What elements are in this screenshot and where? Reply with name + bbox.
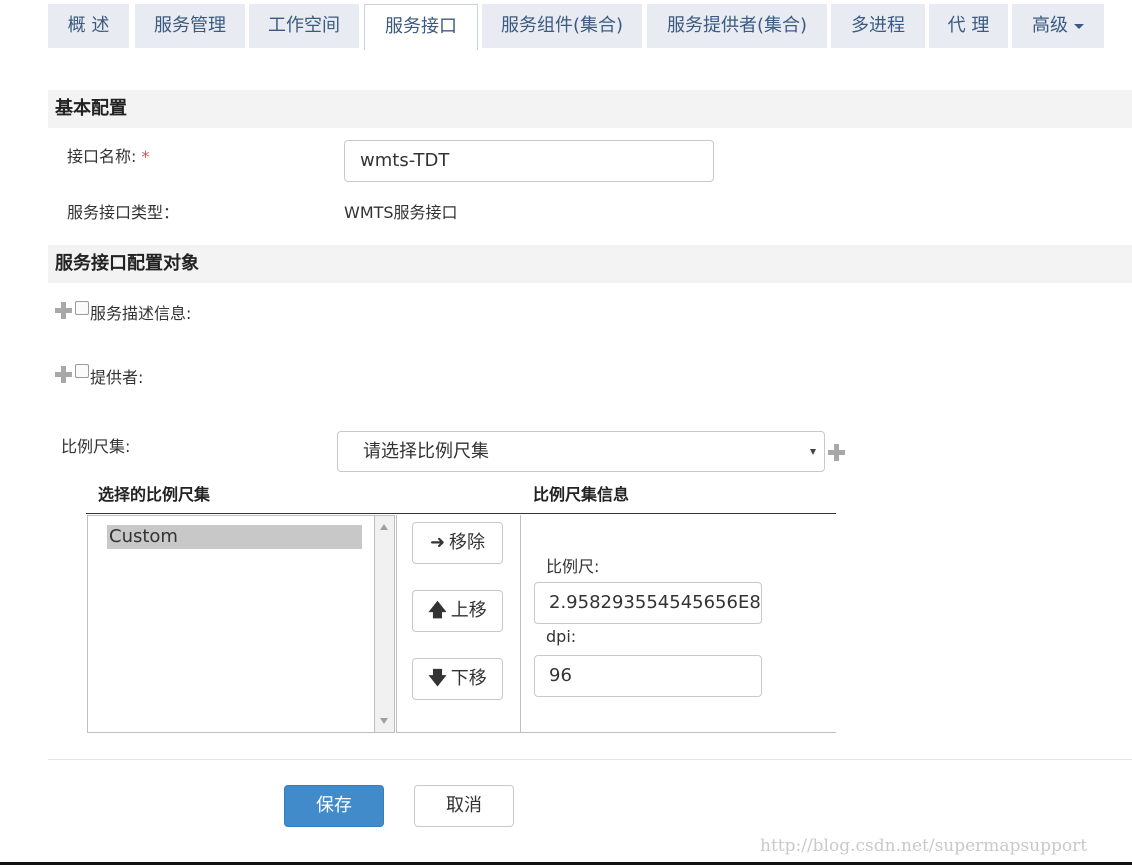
remove-button-label: 移除	[449, 532, 486, 553]
interface-name-input[interactable]: wmts-TDT	[344, 140, 714, 182]
scale-input[interactable]: 2.958293554545656E8,1	[534, 582, 762, 624]
selected-scaleset-list[interactable]: Custom	[87, 515, 395, 733]
add-scaleset-plus-icon[interactable]	[828, 444, 845, 461]
config-objects-header: 服务接口配置对象	[48, 245, 1132, 283]
list-scrollbar[interactable]	[374, 515, 395, 733]
list-item[interactable]: Custom	[107, 525, 362, 549]
scaleset-label: 比例尺集:	[61, 437, 131, 456]
tab-overview[interactable]: 概 述	[48, 4, 129, 48]
scroll-up-icon[interactable]	[380, 524, 388, 530]
reorder-buttons: ➜ 移除 🡅 上移 🡇 下移	[396, 515, 521, 733]
provider-checkbox[interactable]	[75, 364, 89, 378]
interface-name-label-text: 接口名称:	[67, 147, 137, 166]
move-up-button-label: 上移	[450, 600, 487, 621]
tab-workspace[interactable]: 工作空间	[249, 4, 359, 48]
dpi-input[interactable]: 96	[534, 655, 762, 697]
scroll-down-icon[interactable]	[380, 718, 388, 724]
scaleset-select[interactable]: 请选择比例尺集	[337, 431, 825, 472]
scaleset-select-value: 请选择比例尺集	[363, 441, 489, 462]
save-button[interactable]: 保存	[284, 785, 384, 827]
service-desc-label: 服务描述信息:	[90, 304, 192, 323]
required-mark: *	[141, 147, 150, 166]
tab-service-interface[interactable]: 服务接口	[364, 4, 478, 50]
expand-plus-icon[interactable]	[55, 366, 72, 383]
interface-type-label: 服务接口类型：	[67, 203, 180, 222]
move-down-button-label: 下移	[450, 668, 487, 689]
tab-proxy[interactable]: 代 理	[929, 4, 1008, 48]
move-up-button[interactable]: 🡅 上移	[412, 590, 503, 632]
form-divider	[48, 759, 1132, 760]
tab-advanced[interactable]: 高级	[1012, 4, 1104, 48]
arrow-right-icon: ➜	[429, 532, 446, 553]
watermark: http://blog.csdn.net/supermapsupport	[760, 836, 1088, 856]
arrow-up-icon: 🡅	[428, 600, 447, 621]
interface-type-value: WMTS服务接口	[344, 203, 458, 222]
scaleset-info-panel: 比例尺: 2.958293554545656E8,1 dpi: 96	[521, 515, 836, 733]
header-rule	[86, 513, 836, 514]
scaleset-info-header: 比例尺集信息	[533, 485, 630, 504]
tab-advanced-label: 高级	[1032, 15, 1068, 36]
tab-service-management[interactable]: 服务管理	[135, 4, 245, 48]
cancel-button[interactable]: 取消	[414, 785, 514, 827]
service-desc-checkbox[interactable]	[75, 301, 89, 315]
arrow-down-icon: 🡇	[428, 668, 447, 689]
basic-config-header: 基本配置	[48, 90, 1132, 128]
tab-service-providers[interactable]: 服务提供者(集合)	[647, 4, 827, 48]
move-down-button[interactable]: 🡇 下移	[412, 658, 503, 700]
scale-label: 比例尺:	[546, 557, 600, 576]
caret-down-icon	[1074, 23, 1084, 29]
dpi-label: dpi:	[546, 627, 577, 646]
tab-multiprocess[interactable]: 多进程	[831, 4, 925, 48]
tab-service-components[interactable]: 服务组件(集合)	[482, 4, 642, 48]
interface-name-label: 接口名称: *	[67, 143, 150, 167]
selected-scaleset-header: 选择的比例尺集	[98, 485, 211, 504]
scale-table: 选择的比例尺集 比例尺集信息 Custom ➜ 移除 🡅 上移 🡇 下移 比例尺: 2…	[86, 476, 836, 734]
bottom-border	[0, 862, 1132, 865]
dropdown-arrow-icon	[810, 449, 816, 455]
expand-plus-icon[interactable]	[55, 302, 72, 319]
remove-button[interactable]: ➜ 移除	[412, 522, 503, 564]
provider-label: 提供者:	[90, 368, 144, 387]
